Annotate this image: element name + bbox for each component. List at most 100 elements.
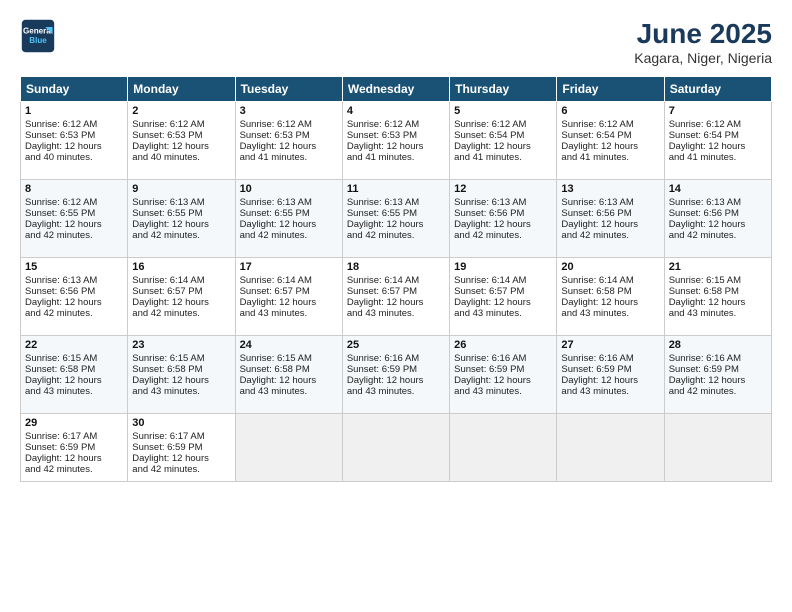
day-info-line: Sunrise: 6:15 AM [132,353,230,364]
day-info-line: Sunrise: 6:13 AM [454,197,552,208]
calendar-table: SundayMondayTuesdayWednesdayThursdayFrid… [20,76,772,482]
page: General Blue June 2025 Kagara, Niger, Ni… [0,0,792,612]
calendar-cell: 10Sunrise: 6:13 AMSunset: 6:55 PMDayligh… [235,180,342,258]
day-info-line: Sunset: 6:58 PM [669,286,767,297]
day-info-line: Sunset: 6:53 PM [240,130,338,141]
col-header-saturday: Saturday [664,77,771,102]
day-info-line: Daylight: 12 hours [347,141,445,152]
day-info-line: Sunrise: 6:12 AM [454,119,552,130]
day-info-line: Sunrise: 6:16 AM [669,353,767,364]
day-info-line: Daylight: 12 hours [132,297,230,308]
day-number: 17 [240,261,338,273]
day-info-line: Sunrise: 6:17 AM [132,431,230,442]
calendar-cell: 21 Sunrise: 6:15 AMSunset: 6:58 PMDayligh… [664,258,771,336]
day-number: 30 [132,417,230,429]
day-info-line: and 41 minutes. [454,152,552,163]
day-number: 23 [132,339,230,351]
day-info-line: Sunset: 6:59 PM [25,442,123,453]
day-info-line: Sunset: 6:59 PM [454,364,552,375]
day-info-line: and 42 minutes. [25,308,123,319]
day-info-line: Sunrise: 6:12 AM [669,119,767,130]
day-info-line: and 41 minutes. [240,152,338,163]
day-info-line: Sunset: 6:58 PM [561,286,659,297]
calendar-cell: 17Sunrise: 6:14 AMSunset: 6:57 PMDayligh… [235,258,342,336]
calendar-cell [664,414,771,482]
calendar-cell: 29Sunrise: 6:17 AMSunset: 6:59 PMDayligh… [21,414,128,482]
day-info-line: Sunset: 6:56 PM [25,286,123,297]
day-info-line: Sunset: 6:55 PM [240,208,338,219]
day-info-line: Daylight: 12 hours [347,219,445,230]
day-info-line: Sunset: 6:57 PM [347,286,445,297]
day-info-line: and 43 minutes. [561,308,659,319]
day-info-line: Sunset: 6:59 PM [561,364,659,375]
day-number: 21 [669,261,767,273]
col-header-monday: Monday [128,77,235,102]
day-info-line: Sunset: 6:56 PM [669,208,767,219]
col-header-thursday: Thursday [450,77,557,102]
calendar-cell: 18Sunrise: 6:14 AMSunset: 6:57 PMDayligh… [342,258,449,336]
day-info-line: Sunrise: 6:14 AM [240,275,338,286]
location-subtitle: Kagara, Niger, Nigeria [634,50,772,66]
day-info-line: and 42 minutes. [25,464,123,475]
day-info-line: and 43 minutes. [347,308,445,319]
day-info-line: Daylight: 12 hours [347,297,445,308]
day-number: 20 [561,261,659,273]
day-info-line: and 43 minutes. [25,386,123,397]
calendar-cell: 14Sunrise: 6:13 AMSunset: 6:56 PMDayligh… [664,180,771,258]
day-info-line: Sunrise: 6:14 AM [347,275,445,286]
day-info-line: Sunrise: 6:17 AM [25,431,123,442]
day-info-line: and 41 minutes. [669,152,767,163]
calendar-cell: 24Sunrise: 6:15 AMSunset: 6:58 PMDayligh… [235,336,342,414]
day-info-line: Sunset: 6:57 PM [454,286,552,297]
day-info-line: Daylight: 12 hours [240,141,338,152]
day-info-line: and 43 minutes. [561,386,659,397]
day-info-line: Daylight: 12 hours [454,219,552,230]
day-info-line: Sunset: 6:53 PM [132,130,230,141]
day-info-line: and 43 minutes. [454,386,552,397]
day-info-line: Daylight: 12 hours [561,375,659,386]
day-number: 27 [561,339,659,351]
day-number: 7 [669,105,767,117]
day-info-line: Sunrise: 6:16 AM [454,353,552,364]
day-info-line: and 42 minutes. [669,230,767,241]
day-info-line: Sunrise: 6:12 AM [240,119,338,130]
col-header-tuesday: Tuesday [235,77,342,102]
calendar-cell: 25Sunrise: 6:16 AMSunset: 6:59 PMDayligh… [342,336,449,414]
calendar-cell: 19Sunrise: 6:14 AMSunset: 6:57 PMDayligh… [450,258,557,336]
calendar-cell: 28Sunrise: 6:16 AMSunset: 6:59 PMDayligh… [664,336,771,414]
calendar-cell [235,414,342,482]
day-info-line: Daylight: 12 hours [25,297,123,308]
svg-text:Blue: Blue [29,36,47,45]
calendar-cell [342,414,449,482]
day-info-line: Daylight: 12 hours [669,297,767,308]
day-number: 10 [240,183,338,195]
day-info-line: and 42 minutes. [561,230,659,241]
logo-icon: General Blue [20,18,56,54]
day-number: 5 [454,105,552,117]
day-number: 4 [347,105,445,117]
day-info-line: Sunset: 6:59 PM [132,442,230,453]
day-info-line: Sunrise: 6:14 AM [561,275,659,286]
day-number: 16 [132,261,230,273]
day-info-line: and 42 minutes. [25,230,123,241]
day-info-line: Sunrise: 6:12 AM [25,119,123,130]
day-info-line: Sunrise: 6:15 AM [669,275,767,286]
calendar-cell: 22Sunrise: 6:15 AMSunset: 6:58 PMDayligh… [21,336,128,414]
day-info-line: Sunrise: 6:15 AM [25,353,123,364]
calendar-cell: 11Sunrise: 6:13 AMSunset: 6:55 PMDayligh… [342,180,449,258]
day-info-line: and 40 minutes. [25,152,123,163]
day-info-line: Sunset: 6:55 PM [25,208,123,219]
day-info-line: Daylight: 12 hours [25,453,123,464]
day-info-line: and 41 minutes. [561,152,659,163]
day-info-line: and 43 minutes. [669,308,767,319]
calendar-body: 1Sunrise: 6:12 AMSunset: 6:53 PMDaylight… [21,102,772,482]
calendar-header-row: SundayMondayTuesdayWednesdayThursdayFrid… [21,77,772,102]
day-info-line: Sunset: 6:57 PM [240,286,338,297]
calendar-cell [557,414,664,482]
calendar-cell: 12Sunrise: 6:13 AMSunset: 6:56 PMDayligh… [450,180,557,258]
day-info-line: Sunset: 6:58 PM [240,364,338,375]
day-info-line: and 43 minutes. [240,308,338,319]
day-info-line: Sunrise: 6:13 AM [132,197,230,208]
day-number: 3 [240,105,338,117]
day-info-line: Daylight: 12 hours [669,375,767,386]
